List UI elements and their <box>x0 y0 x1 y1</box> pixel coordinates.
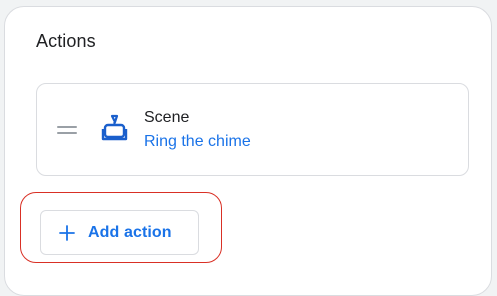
action-value-link[interactable]: Ring the chime <box>144 133 251 151</box>
add-action-label: Add action <box>88 223 172 241</box>
action-type-label: Scene <box>144 109 190 126</box>
section-title: Actions <box>36 31 96 51</box>
add-action-button[interactable]: Add action <box>40 210 199 255</box>
scene-icon <box>101 114 128 141</box>
plus-icon <box>59 224 75 241</box>
action-card-scene[interactable]: Scene Ring the chime <box>36 83 469 176</box>
drag-handle-icon[interactable] <box>57 126 77 136</box>
actions-panel: Actions Scene Ring the chime Add action <box>4 6 492 296</box>
